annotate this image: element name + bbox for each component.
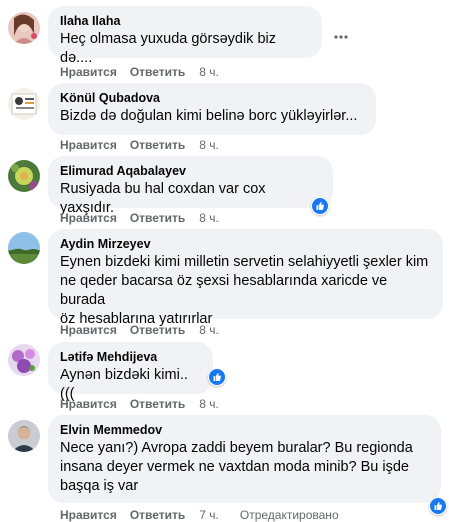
comment-actions: Нравится Ответить 8 ч. xyxy=(60,397,232,411)
comment-text: Nece yanı?) Avropa zaddi beyem buralar? … xyxy=(60,439,429,496)
avatar[interactable] xyxy=(8,420,40,452)
like-button[interactable]: Нравится xyxy=(60,397,117,411)
comment-author[interactable]: Lətifə Mehdijeva xyxy=(60,349,201,365)
avatar-image xyxy=(8,420,40,452)
comment-text-line: Eynen bizdeki kimi milletin servetin sel… xyxy=(60,254,429,270)
comment-time[interactable]: 8 ч. xyxy=(199,65,219,79)
comment-bubble: Elvin Memmedov Nece yanı?) Avropa zaddi … xyxy=(48,415,441,503)
comment-actions: Нравится Ответить 8 ч. xyxy=(60,323,232,337)
reply-button[interactable]: Ответить xyxy=(130,508,185,522)
comment-time[interactable]: 7 ч. xyxy=(199,508,219,522)
like-button[interactable]: Нравится xyxy=(60,508,117,522)
reply-button[interactable]: Ответить xyxy=(130,323,185,337)
reply-button[interactable]: Ответить xyxy=(130,397,185,411)
comment-actions: Нравится Ответить 8 ч. xyxy=(60,211,232,225)
thumbs-up-icon[interactable] xyxy=(208,368,226,386)
comment-bubble: Elimurad Aqabalayev Rusiyada bu hal coxd… xyxy=(48,156,333,216)
comment-text: Bizdə də doğulan kimi belinə borc yükləy… xyxy=(60,108,358,124)
avatar[interactable] xyxy=(8,12,40,44)
comment-author[interactable]: Könül Qubadova xyxy=(60,90,364,106)
comment-time[interactable]: 8 ч. xyxy=(199,323,219,337)
avatar[interactable] xyxy=(8,232,40,264)
comment-time[interactable]: 8 ч. xyxy=(199,211,219,225)
thumbs-up-icon[interactable] xyxy=(429,497,447,515)
avatar-image xyxy=(8,12,40,44)
avatar[interactable] xyxy=(8,88,40,120)
comment-author[interactable]: Aydin Mirzeyev xyxy=(60,236,431,252)
thumbs-up-icon[interactable] xyxy=(311,197,329,215)
comment-text: Eynen bizdeki kimi milletin servetin sel… xyxy=(60,253,431,329)
comment-time[interactable]: 8 ч. xyxy=(199,138,219,152)
reply-button[interactable]: Ответить xyxy=(130,138,185,152)
avatar-image xyxy=(8,232,40,264)
comment-actions: Нравится Ответить 7 ч. Отредактировано xyxy=(60,508,352,522)
comment-text-line: başqa iş var xyxy=(60,478,139,494)
avatar[interactable] xyxy=(8,160,40,192)
comment-author[interactable]: Elimurad Aqabalayev xyxy=(60,163,321,179)
comment-author[interactable]: Elvin Memmedov xyxy=(60,422,429,438)
more-options-icon[interactable] xyxy=(334,30,348,44)
comment-actions: Нравится Ответить 8 ч. xyxy=(60,65,232,79)
comment-author[interactable]: Ilaha Ilaha xyxy=(60,13,310,29)
avatar-image xyxy=(8,160,40,192)
comment-text: Heç olmasa yuxuda görsəydik biz də.... xyxy=(60,31,276,66)
avatar[interactable] xyxy=(8,344,40,376)
comment-time[interactable]: 8 ч. xyxy=(199,397,219,411)
comment-bubble: Aydin Mirzeyev Eynen bizdeki kimi millet… xyxy=(48,229,443,327)
avatar-image xyxy=(8,88,40,120)
avatar-image xyxy=(8,344,40,376)
comment-text-line: insana deyer vermek ne vaxtdan moda mini… xyxy=(60,459,409,475)
like-button[interactable]: Нравится xyxy=(60,138,117,152)
comment-bubble: Könül Qubadova Bizdə də doğulan kimi bel… xyxy=(48,83,376,135)
reply-button[interactable]: Ответить xyxy=(130,65,185,79)
comment-text-line: Nece yanı?) Avropa zaddi beyem buralar? … xyxy=(60,440,413,456)
like-button[interactable]: Нравится xyxy=(60,211,117,225)
like-button[interactable]: Нравится xyxy=(60,323,117,337)
comment-bubble: Ilaha Ilaha Heç olmasa yuxuda görsəydik … xyxy=(48,6,322,66)
comment-bubble: Lətifə Mehdijeva Aynən bizdəki kimi..((( xyxy=(48,342,213,402)
reply-button[interactable]: Ответить xyxy=(130,211,185,225)
edited-label: Отредактировано xyxy=(239,508,339,522)
comment-actions: Нравится Ответить 8 ч. xyxy=(60,138,232,152)
comment-text-line: ne qeder bacarsa öz şexsi hesablarında x… xyxy=(60,273,388,308)
like-button[interactable]: Нравится xyxy=(60,65,117,79)
